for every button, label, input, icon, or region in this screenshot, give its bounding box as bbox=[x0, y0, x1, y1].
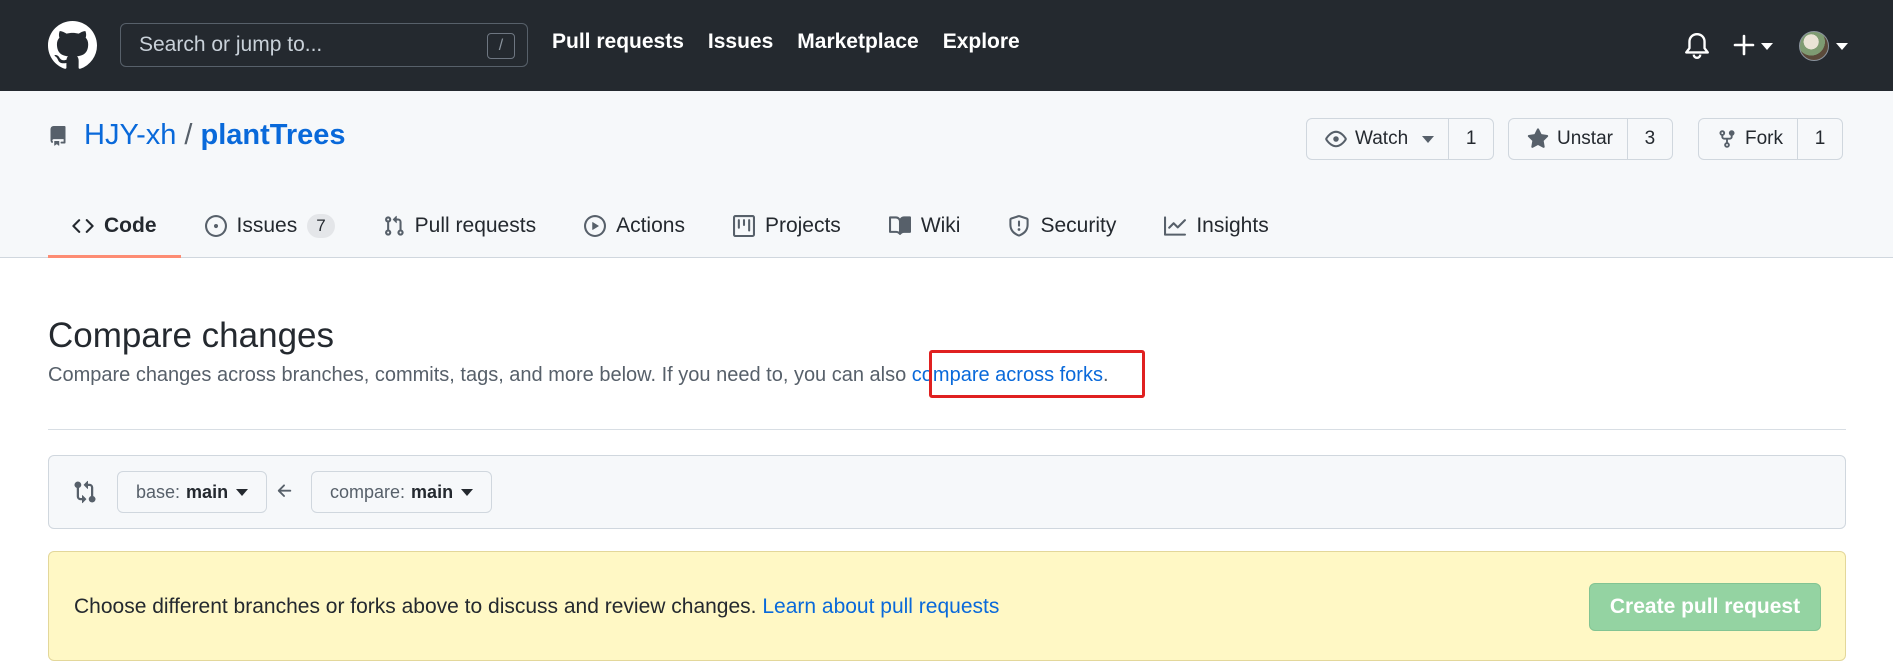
repo-name-link[interactable]: plantTrees bbox=[200, 119, 345, 152]
base-branch-select[interactable]: base: main bbox=[117, 471, 268, 513]
fork-count[interactable]: 1 bbox=[1798, 119, 1842, 159]
nav-issues[interactable]: Issues bbox=[708, 30, 773, 54]
nav-pull-requests[interactable]: Pull requests bbox=[552, 30, 684, 54]
tab-security-label: Security bbox=[1040, 214, 1117, 237]
book-icon bbox=[888, 216, 911, 235]
tab-projects-label: Projects bbox=[764, 214, 841, 237]
play-icon bbox=[584, 215, 607, 237]
fork-button-group: Fork 1 bbox=[1698, 118, 1843, 160]
watch-button-group: Watch 1 bbox=[1306, 118, 1495, 160]
issue-opened-icon bbox=[204, 215, 227, 237]
watch-count[interactable]: 1 bbox=[1449, 119, 1493, 159]
tab-issues[interactable]: Issues 7 bbox=[181, 197, 359, 258]
repo-icon bbox=[50, 126, 66, 146]
issues-count-badge: 7 bbox=[307, 214, 335, 238]
range-editor: base: main compare: main bbox=[48, 455, 1846, 529]
tab-wiki-label: Wiki bbox=[920, 214, 961, 237]
nav-explore[interactable]: Explore bbox=[943, 30, 1020, 54]
create-menu-caret-icon[interactable] bbox=[1761, 43, 1773, 50]
plus-icon[interactable] bbox=[1733, 34, 1755, 56]
create-pull-request-button[interactable]: Create pull request bbox=[1589, 583, 1821, 631]
eye-icon bbox=[1325, 130, 1347, 148]
avatar[interactable] bbox=[1799, 31, 1829, 61]
project-icon bbox=[732, 215, 755, 237]
arrow-left-icon bbox=[277, 484, 292, 497]
compare-caret-icon bbox=[461, 488, 474, 496]
search-input[interactable]: Search or jump to... / bbox=[120, 23, 528, 67]
repo-tabs: Code Issues 7 Pull requests Actions Proj… bbox=[48, 197, 1293, 258]
repo-separator: / bbox=[184, 119, 193, 151]
tab-actions[interactable]: Actions bbox=[560, 197, 709, 258]
search-placeholder: Search or jump to... bbox=[139, 33, 323, 56]
code-icon bbox=[72, 219, 94, 233]
highlight-annotation-box bbox=[929, 350, 1145, 398]
unstar-label: Unstar bbox=[1557, 128, 1613, 149]
fork-label: Fork bbox=[1745, 128, 1783, 149]
git-pull-request-icon bbox=[384, 215, 404, 236]
star-fill-icon bbox=[1527, 128, 1549, 148]
base-prefix: base: bbox=[136, 481, 181, 502]
tab-pull-requests-label: Pull requests bbox=[414, 214, 537, 237]
repo-forked-icon bbox=[1719, 130, 1735, 148]
flash-text: Choose different branches or forks above… bbox=[74, 595, 763, 618]
tab-projects[interactable]: Projects bbox=[709, 197, 865, 258]
git-compare-icon bbox=[74, 480, 96, 504]
compare-branch-select[interactable]: compare: main bbox=[311, 471, 493, 513]
nav-marketplace[interactable]: Marketplace bbox=[797, 30, 918, 54]
top-nav: Pull requests Issues Marketplace Explore bbox=[552, 30, 1020, 54]
tab-security[interactable]: Security bbox=[984, 197, 1140, 258]
unstar-button[interactable]: Unstar bbox=[1509, 119, 1628, 159]
compare-description-text: Compare changes across branches, commits… bbox=[48, 364, 912, 386]
divider bbox=[48, 429, 1846, 430]
tab-insights-label: Insights bbox=[1196, 214, 1269, 237]
watch-caret-icon bbox=[1422, 135, 1435, 143]
star-count[interactable]: 3 bbox=[1628, 119, 1672, 159]
graph-icon bbox=[1164, 216, 1187, 236]
base-branch-name: main bbox=[186, 481, 229, 502]
tab-pull-requests[interactable]: Pull requests bbox=[359, 197, 560, 258]
star-button-group: Unstar 3 bbox=[1508, 118, 1673, 160]
compare-prefix: compare: bbox=[330, 481, 406, 502]
slash-shortcut-key: / bbox=[487, 33, 515, 59]
learn-about-pull-requests-link[interactable]: Learn about pull requests bbox=[762, 595, 999, 618]
tab-code-label: Code bbox=[104, 214, 157, 237]
github-logo-icon[interactable] bbox=[48, 21, 97, 70]
watch-label: Watch bbox=[1355, 128, 1409, 149]
repo-header: HJY-xh / plantTrees Watch 1 Unstar 3 For… bbox=[0, 91, 1893, 258]
tab-issues-label: Issues bbox=[236, 214, 298, 237]
repo-owner-link[interactable]: HJY-xh bbox=[84, 119, 176, 152]
compare-flash-notice: Choose different branches or forks above… bbox=[48, 551, 1846, 661]
fork-button[interactable]: Fork bbox=[1699, 119, 1798, 159]
watch-button[interactable]: Watch bbox=[1307, 119, 1450, 159]
page-title: Compare changes bbox=[48, 316, 334, 355]
tab-wiki[interactable]: Wiki bbox=[865, 197, 985, 258]
top-header: Search or jump to... / Pull requests Iss… bbox=[0, 0, 1893, 91]
flash-message: Choose different branches or forks above… bbox=[74, 595, 999, 619]
shield-icon bbox=[1009, 215, 1030, 237]
compare-branch-name: main bbox=[411, 481, 454, 502]
base-caret-icon bbox=[236, 488, 249, 496]
tab-actions-label: Actions bbox=[616, 214, 685, 237]
tab-code[interactable]: Code bbox=[48, 197, 181, 258]
bell-icon[interactable] bbox=[1684, 32, 1710, 60]
user-menu-caret-icon[interactable] bbox=[1836, 43, 1848, 50]
repo-title: HJY-xh / plantTrees bbox=[84, 119, 346, 152]
tab-insights[interactable]: Insights bbox=[1140, 197, 1292, 258]
